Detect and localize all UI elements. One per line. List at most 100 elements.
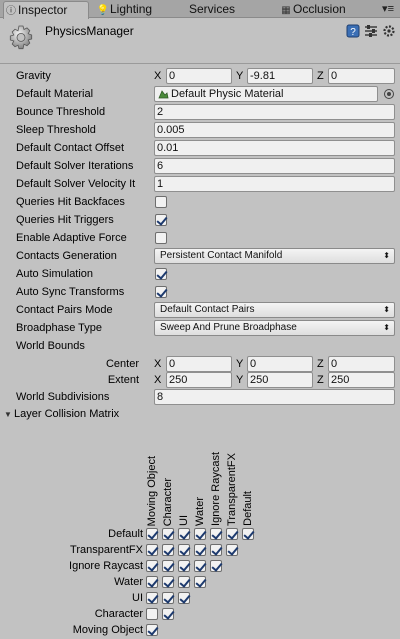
- object-picker-icon[interactable]: [384, 89, 394, 99]
- contacts-generation-dropdown[interactable]: Persistent Contact Manifold ⬍: [154, 248, 395, 264]
- default-solver-velocity-row: Default Solver Velocity It 1: [0, 175, 400, 193]
- matrix-checkbox[interactable]: [162, 592, 174, 604]
- matrix-column-label: Water: [194, 497, 206, 526]
- layer-collision-matrix-label: Layer Collision Matrix: [14, 408, 120, 420]
- world-bounds-label: World Bounds: [16, 340, 85, 352]
- matrix-checkbox[interactable]: [146, 608, 158, 620]
- matrix-checkbox[interactable]: [226, 528, 238, 540]
- extent-z-field[interactable]: 250: [328, 372, 395, 388]
- extent-y-field[interactable]: 250: [247, 372, 313, 388]
- world-subdivisions-field[interactable]: 8: [154, 389, 395, 405]
- matrix-row-label: Character: [94, 608, 143, 620]
- queries-hit-backfaces-checkbox[interactable]: [155, 196, 167, 208]
- sleep-threshold-field[interactable]: 0.005: [154, 122, 395, 138]
- default-material-value: Default Physic Material: [171, 88, 284, 100]
- center-x-field[interactable]: 0: [166, 356, 232, 372]
- matrix-checkbox[interactable]: [162, 544, 174, 556]
- enable-adaptive-force-checkbox[interactable]: [155, 232, 167, 244]
- sleep-threshold-label: Sleep Threshold: [16, 124, 96, 136]
- inspector-header: PhysicsManager ?: [0, 18, 400, 62]
- matrix-checkbox[interactable]: [210, 544, 222, 556]
- broadphase-type-value: Sweep And Prune Broadphase: [160, 322, 297, 333]
- tab-inspector[interactable]: ⓘ Inspector: [3, 1, 89, 19]
- gravity-y-field[interactable]: -9.81: [247, 68, 313, 84]
- tab-lighting[interactable]: 💡Lighting: [96, 1, 166, 18]
- center-x-axis-label[interactable]: X: [154, 356, 166, 372]
- broadphase-type-row: Broadphase Type Sweep And Prune Broadpha…: [0, 319, 400, 337]
- auto-simulation-checkbox[interactable]: [155, 268, 167, 280]
- matrix-column-label: Ignore Raycast: [210, 452, 222, 526]
- queries-hit-backfaces-label: Queries Hit Backfaces: [16, 196, 125, 208]
- layer-collision-matrix-foldout[interactable]: ▼ Layer Collision Matrix: [4, 408, 119, 420]
- matrix-column-label: UI: [178, 515, 190, 526]
- tab-occlusion[interactable]: ▦ Occlusion: [279, 1, 359, 18]
- auto-sync-transforms-checkbox[interactable]: [155, 286, 167, 298]
- matrix-checkbox[interactable]: [146, 528, 158, 540]
- bounce-threshold-row: Bounce Threshold 2: [0, 103, 400, 121]
- gear-icon: [9, 25, 33, 50]
- extent-x-field[interactable]: 250: [166, 372, 232, 388]
- gravity-row: Gravity X 0 Y -9.81 Z 0: [0, 67, 400, 85]
- default-solver-iterations-row: Default Solver Iterations 6: [0, 157, 400, 175]
- default-material-label: Default Material: [16, 88, 94, 100]
- matrix-row-label: Default: [108, 528, 143, 540]
- contact-pairs-mode-dropdown[interactable]: Default Contact Pairs ⬍: [154, 302, 395, 318]
- default-material-field[interactable]: Default Physic Material: [154, 86, 378, 102]
- matrix-checkbox[interactable]: [194, 528, 206, 540]
- matrix-checkbox[interactable]: [178, 560, 190, 572]
- tab-menu-icon[interactable]: ▾≡: [382, 2, 394, 15]
- gravity-x-field[interactable]: 0: [166, 68, 232, 84]
- matrix-checkbox[interactable]: [146, 592, 158, 604]
- matrix-checkbox[interactable]: [210, 528, 222, 540]
- matrix-checkbox[interactable]: [194, 544, 206, 556]
- world-bounds-extent-label: Extent: [107, 374, 139, 386]
- enable-adaptive-force-label: Enable Adaptive Force: [16, 232, 127, 244]
- matrix-checkbox[interactable]: [162, 576, 174, 588]
- gravity-z-field[interactable]: 0: [328, 68, 395, 84]
- matrix-checkbox[interactable]: [210, 560, 222, 572]
- queries-hit-backfaces-row: Queries Hit Backfaces: [0, 193, 400, 211]
- default-solver-iterations-label: Default Solver Iterations: [16, 160, 134, 172]
- matrix-checkbox[interactable]: [178, 528, 190, 540]
- settings-gear-icon[interactable]: [382, 24, 396, 38]
- matrix-row-label: Ignore Raycast: [69, 560, 143, 572]
- default-contact-offset-field[interactable]: 0.01: [154, 140, 395, 156]
- matrix-checkbox[interactable]: [146, 624, 158, 636]
- tab-services[interactable]: Services: [189, 1, 249, 18]
- matrix-checkbox[interactable]: [226, 544, 238, 556]
- contact-pairs-mode-label: Contact Pairs Mode: [16, 304, 113, 316]
- matrix-checkbox[interactable]: [178, 592, 190, 604]
- default-contact-offset-row: Default Contact Offset 0.01: [0, 139, 400, 157]
- matrix-checkbox[interactable]: [162, 608, 174, 620]
- help-book-icon[interactable]: ?: [346, 24, 360, 38]
- queries-hit-triggers-label: Queries Hit Triggers: [16, 214, 114, 226]
- matrix-checkbox[interactable]: [178, 544, 190, 556]
- broadphase-type-dropdown[interactable]: Sweep And Prune Broadphase ⬍: [154, 320, 395, 336]
- matrix-checkbox[interactable]: [242, 528, 254, 540]
- matrix-checkbox[interactable]: [162, 560, 174, 572]
- matrix-checkbox[interactable]: [146, 560, 158, 572]
- matrix-checkbox[interactable]: [146, 544, 158, 556]
- matrix-checkbox[interactable]: [162, 528, 174, 540]
- dropdown-arrows-icon: ⬍: [383, 323, 390, 332]
- matrix-column-label: Moving Object: [146, 456, 158, 527]
- contact-pairs-mode-value: Default Contact Pairs: [160, 304, 255, 315]
- matrix-row-label: UI: [132, 592, 143, 604]
- center-y-field[interactable]: 0: [247, 356, 313, 372]
- default-solver-iterations-field[interactable]: 6: [154, 158, 395, 174]
- world-bounds-center-label: Center: [105, 358, 139, 370]
- dropdown-arrows-icon: ⬍: [383, 251, 390, 260]
- matrix-checkbox[interactable]: [194, 560, 206, 572]
- extent-x-axis-label[interactable]: X: [154, 372, 166, 388]
- matrix-checkbox[interactable]: [178, 576, 190, 588]
- gravity-x-axis-label[interactable]: X: [154, 68, 166, 84]
- matrix-checkbox[interactable]: [194, 576, 206, 588]
- queries-hit-triggers-checkbox[interactable]: [155, 214, 167, 226]
- world-bounds-row: World Bounds: [0, 337, 400, 355]
- matrix-checkbox[interactable]: [146, 576, 158, 588]
- bounce-threshold-label: Bounce Threshold: [16, 106, 106, 118]
- bounce-threshold-field[interactable]: 2: [154, 104, 395, 120]
- default-solver-velocity-field[interactable]: 1: [154, 176, 395, 192]
- center-z-field[interactable]: 0: [328, 356, 395, 372]
- preset-sliders-icon[interactable]: [364, 24, 378, 38]
